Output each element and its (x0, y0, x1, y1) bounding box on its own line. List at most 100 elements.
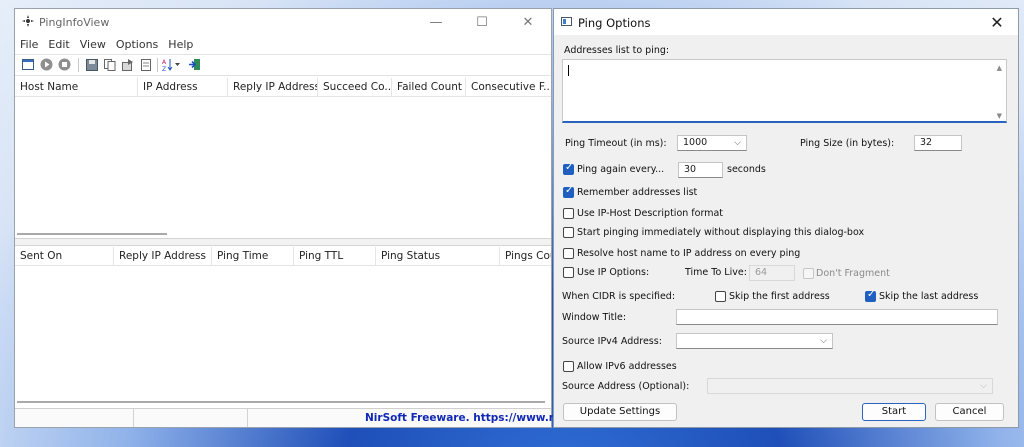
start-icon[interactable] (39, 57, 54, 72)
ping-options-dialog: Ping Options ✕ Addresses list to ping: ▲… (553, 8, 1019, 428)
copy-icon[interactable] (102, 57, 117, 72)
text-caret (568, 65, 569, 76)
scroll-up-icon[interactable]: ▲ (997, 64, 1002, 72)
resolve-label: Resolve host name to IP address on every… (577, 248, 801, 259)
column-succeed-count[interactable]: Succeed Co... (318, 78, 392, 96)
export-icon[interactable] (120, 57, 135, 72)
app-icon (22, 15, 34, 27)
update-settings-button[interactable]: Update Settings (563, 403, 677, 421)
maximize-button[interactable]: ☐ (459, 9, 505, 35)
menu-bar: File Edit View Options Help (15, 36, 198, 53)
main-window: PingInfoView — ☐ ✕ File Edit View Option… (14, 8, 607, 428)
ip-options-label: Use IP Options: (577, 267, 650, 278)
column-ping-time[interactable]: Ping Time (212, 247, 294, 265)
dialog-titlebar[interactable]: Ping Options ✕ (554, 9, 1018, 35)
cancel-button[interactable]: Cancel (935, 403, 1004, 421)
addresses-label: Addresses list to ping: (564, 45, 670, 56)
allow-ipv6-checkbox[interactable] (563, 361, 574, 372)
minimize-button[interactable]: — (413, 9, 459, 35)
toolbar: AZ (15, 54, 551, 76)
column-sent-on[interactable]: Sent On (15, 247, 114, 265)
skip-last-checkbox[interactable] (865, 289, 876, 302)
skip-first-label: Skip the first address (729, 291, 830, 302)
timeout-value: 1000 (683, 137, 708, 148)
menu-edit[interactable]: Edit (43, 36, 74, 53)
column-failed-count[interactable]: Failed Count (392, 78, 466, 96)
addresses-textarea[interactable]: ▲ ▼ (562, 59, 1007, 123)
menu-help[interactable]: Help (163, 36, 198, 53)
resolve-checkbox[interactable] (563, 248, 574, 259)
ttl-field: 64 (749, 265, 795, 281)
menu-options[interactable]: Options (111, 36, 163, 53)
svg-text:Z: Z (162, 66, 166, 71)
dialog-close-button[interactable]: ✕ (976, 9, 1018, 35)
dont-fragment-label: Don't Fragment (816, 268, 890, 279)
splitter[interactable] (15, 238, 551, 246)
close-button[interactable]: ✕ (505, 9, 551, 35)
column-consecutive-failed[interactable]: Consecutive F... (466, 78, 551, 96)
ping-again-field[interactable]: 30 (678, 162, 723, 178)
bottom-list-header: Sent On Reply IP Address Ping Time Ping … (15, 247, 551, 266)
column-ip-address[interactable]: IP Address (138, 78, 228, 96)
timeout-label: Ping Timeout (in ms): (565, 138, 667, 149)
top-list-scrollbar[interactable] (17, 233, 167, 235)
allow-ipv6-label: Allow IPv6 addresses (577, 361, 677, 372)
start-button[interactable]: Start (862, 403, 926, 421)
column-reply-ip-address[interactable]: Reply IP Address (228, 78, 318, 96)
ping-again-label: Ping again every... (577, 164, 665, 175)
dialog-icon (561, 17, 572, 26)
scroll-down-icon[interactable]: ▼ (997, 112, 1002, 120)
exit-icon[interactable] (187, 57, 202, 72)
properties-icon[interactable] (20, 57, 35, 72)
status-cell-1 (15, 409, 134, 427)
start-immediately-checkbox[interactable] (563, 227, 574, 238)
window-title: PingInfoView (39, 16, 110, 29)
ip-host-checkbox[interactable] (563, 208, 574, 219)
remember-checkbox[interactable] (563, 185, 574, 198)
status-cell-2 (133, 409, 248, 427)
source-ipv4-combo[interactable]: ⌵ (676, 333, 833, 349)
timeout-combo[interactable]: 1000 ⌵ (677, 135, 747, 151)
chevron-down-icon: ⌵ (734, 138, 741, 148)
source-address-combo: ⌵ (707, 378, 993, 394)
dont-fragment-checkbox (803, 268, 814, 279)
sort-icon[interactable]: AZ (161, 57, 183, 72)
column-pings-count[interactable]: Pings Cou (500, 247, 551, 265)
save-icon[interactable] (84, 57, 99, 72)
chevron-down-icon: ⌵ (820, 336, 827, 346)
remember-label: Remember addresses list (577, 187, 698, 198)
source-address-label: Source Address (Optional): (562, 381, 690, 392)
start-immediately-label: Start pinging immediately without displa… (577, 227, 865, 238)
size-label: Ping Size (in bytes): (800, 138, 895, 149)
status-bar: NirSoft Freeware. https://www.nirsoft.ne (15, 408, 607, 427)
window-title-label: Window Title: (562, 312, 627, 323)
cidr-label: When CIDR is specified: (562, 291, 676, 302)
ttl-value: 64 (755, 267, 768, 278)
ping-again-value: 30 (684, 164, 697, 175)
dialog-title: Ping Options (578, 16, 651, 30)
menu-view[interactable]: View (75, 36, 111, 53)
svg-text:A: A (162, 59, 167, 66)
size-value: 32 (920, 137, 933, 148)
skip-last-label: Skip the last address (879, 291, 979, 302)
column-ping-ttl[interactable]: Ping TTL (294, 247, 376, 265)
size-field[interactable]: 32 (914, 135, 962, 151)
report-icon[interactable] (138, 57, 153, 72)
menu-file[interactable]: File (15, 36, 43, 53)
column-ping-status[interactable]: Ping Status (376, 247, 500, 265)
stop-icon[interactable] (57, 57, 72, 72)
ttl-label: Time To Live: (685, 267, 747, 278)
chevron-down-icon: ⌵ (980, 381, 987, 391)
window-title-field[interactable] (676, 309, 998, 325)
bottom-list-scrollbar[interactable] (17, 401, 545, 403)
main-titlebar[interactable]: PingInfoView — ☐ ✕ (15, 9, 551, 35)
skip-first-checkbox[interactable] (715, 291, 726, 302)
ping-again-checkbox[interactable] (563, 162, 574, 175)
column-reply-ip-address-bottom[interactable]: Reply IP Address (114, 247, 212, 265)
source-ipv4-label: Source IPv4 Address: (562, 336, 662, 347)
ip-options-checkbox[interactable] (563, 267, 574, 278)
seconds-label: seconds (727, 164, 766, 175)
top-list-header: Host Name IP Address Reply IP Address Su… (15, 78, 551, 97)
ip-host-label: Use IP-Host Description format (577, 208, 723, 219)
column-host-name[interactable]: Host Name (15, 78, 138, 96)
